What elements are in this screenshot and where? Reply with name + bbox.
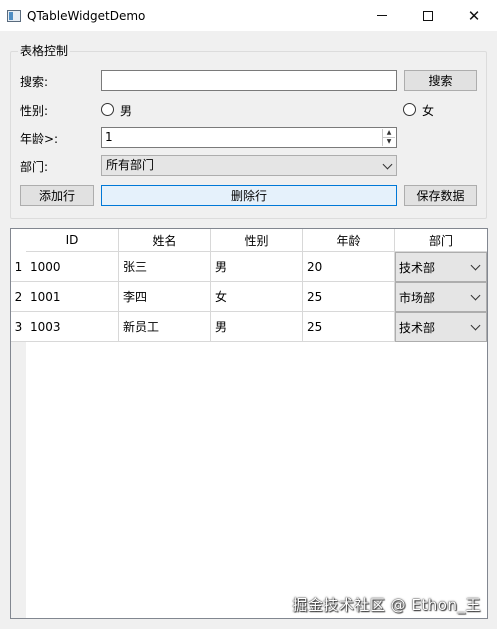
app-icon [7,9,21,22]
cell-dept-value: 市场部 [399,290,436,305]
chevron-down-icon [470,290,481,301]
age-spinner[interactable]: ▲ ▼ [382,129,395,146]
cell-dept-value: 技术部 [399,260,436,275]
cell-gender[interactable]: 男 [211,312,303,342]
search-button[interactable]: 搜索 [404,70,477,91]
gender-label: 性别: [20,104,49,118]
spin-down-icon[interactable]: ▼ [383,138,395,146]
age-spinbox[interactable]: 1 ▲ ▼ [101,127,397,148]
maximize-button[interactable] [405,0,451,31]
add-row-button[interactable]: 添加行 [20,185,94,206]
group-title: 表格控制 [18,42,71,59]
radio-male[interactable] [101,103,114,116]
column-header-name[interactable]: 姓名 [119,229,211,252]
cell-id[interactable]: 1001 [26,282,119,312]
minimize-icon [377,15,387,16]
watermark: 掘金技术社区 @ Ethon_王 [292,596,481,614]
column-header-gender[interactable]: 性别 [211,229,303,252]
title-bar: QTableWidgetDemo ✕ [0,0,497,31]
chevron-down-icon [382,159,393,170]
save-data-button[interactable]: 保存数据 [404,185,477,206]
spin-up-icon[interactable]: ▲ [383,129,395,138]
search-label: 搜索: [20,75,49,89]
window-controls: ✕ [359,0,497,31]
data-table: ID 姓名 性别 年龄 部门 1 1000 张三 男 20 技术部 2 1001… [10,228,488,619]
cell-age[interactable]: 25 [303,282,395,312]
column-header-age[interactable]: 年龄 [303,229,395,252]
close-icon: ✕ [467,6,481,25]
cell-dept-combobox[interactable]: 技术部 [395,312,487,342]
cell-id[interactable]: 1003 [26,312,119,342]
column-header-dept[interactable]: 部门 [395,229,487,252]
column-header-id[interactable]: ID [26,229,119,252]
delete-row-button[interactable]: 删除行 [101,185,397,206]
cell-name[interactable]: 张三 [119,252,211,282]
age-label: 年龄>: [20,132,59,146]
dept-combobox[interactable]: 所有部门 [101,155,397,176]
chevron-down-icon [470,260,481,271]
search-input[interactable] [101,70,397,91]
cell-name[interactable]: 新员工 [119,312,211,342]
row-header[interactable]: 3 [11,312,26,342]
cell-gender[interactable]: 男 [211,252,303,282]
age-value: 1 [105,130,113,144]
chevron-down-icon [470,320,481,331]
table-corner-button[interactable] [11,229,26,252]
cell-age[interactable]: 20 [303,252,395,282]
row-header[interactable]: 1 [11,252,26,282]
radio-male-label: 男 [120,104,133,118]
minimize-button[interactable] [359,0,405,31]
cell-gender[interactable]: 女 [211,282,303,312]
dept-combobox-value: 所有部门 [106,158,155,172]
cell-age[interactable]: 25 [303,312,395,342]
cell-dept-value: 技术部 [399,320,436,335]
window-title: QTableWidgetDemo [27,8,146,23]
maximize-icon [423,10,433,21]
cell-name[interactable]: 李四 [119,282,211,312]
row-header-area [11,342,26,618]
row-header[interactable]: 2 [11,282,26,312]
cell-id[interactable]: 1000 [26,252,119,282]
radio-female-label: 女 [422,104,435,118]
cell-dept-combobox[interactable]: 技术部 [395,252,487,282]
cell-dept-combobox[interactable]: 市场部 [395,282,487,312]
dept-label: 部门: [20,160,49,174]
close-button[interactable]: ✕ [451,0,497,31]
radio-female[interactable] [403,103,416,116]
